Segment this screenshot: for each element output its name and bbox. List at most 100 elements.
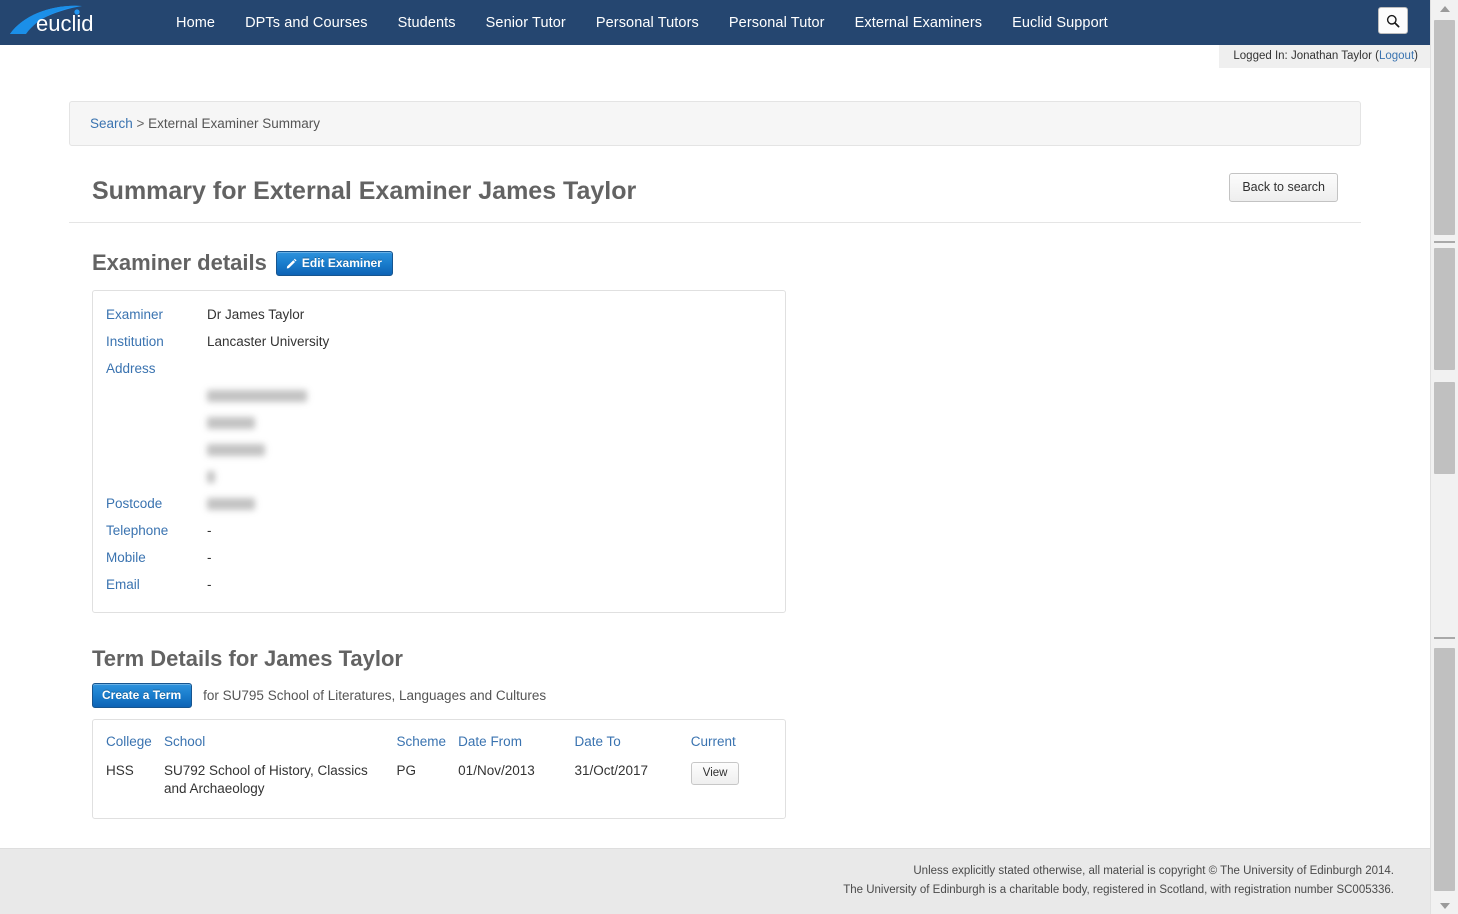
examiner-details-panel: Examiner Dr James Taylor Institution Lan… xyxy=(92,290,786,613)
edit-examiner-label: Edit Examiner xyxy=(302,257,382,269)
detail-label-email: Email xyxy=(93,577,207,592)
cell-date-to: 31/Oct/2017 xyxy=(568,758,684,804)
scrollbar-thumb-segment-2[interactable] xyxy=(1434,248,1455,370)
detail-value-email: - xyxy=(207,577,212,592)
create-a-term-button[interactable]: Create a Term xyxy=(92,683,192,708)
term-details-table: College School Scheme Date From Date To … xyxy=(93,730,785,804)
detail-row-email: Email - xyxy=(93,575,785,602)
detail-row-mobile: Mobile - xyxy=(93,548,785,575)
redacted-address-line-3 xyxy=(207,444,265,456)
logout-paren-open: ( xyxy=(1372,50,1379,62)
redacted-address-line-4 xyxy=(207,471,215,483)
logged-in-prefix: Logged In: xyxy=(1233,50,1291,62)
scrollbar-track-mark-2 xyxy=(1434,637,1455,639)
nav-link-dpts-and-courses[interactable]: DPTs and Courses xyxy=(230,9,383,37)
cell-school: SU792 School of History, Classics and Ar… xyxy=(158,758,391,804)
detail-value-telephone: - xyxy=(207,523,212,538)
examiner-details-heading-text: Examiner details xyxy=(92,251,267,275)
logged-in-status: Logged In: Jonathan Taylor (Logout) xyxy=(1219,45,1430,68)
cell-current: View xyxy=(685,758,785,804)
detail-row-address-line-3 xyxy=(93,440,785,467)
navbar-search-button[interactable] xyxy=(1378,7,1408,34)
breadcrumb: Search > External Examiner Summary xyxy=(69,101,1361,146)
column-header-current: Current xyxy=(685,730,785,758)
nav-link-external-examiners[interactable]: External Examiners xyxy=(840,9,998,37)
nav-link-personal-tutor[interactable]: Personal Tutor xyxy=(714,9,840,37)
navbar-links: Home DPTs and Courses Students Senior Tu… xyxy=(161,9,1123,37)
breadcrumb-separator: > xyxy=(133,116,148,131)
main-container: Search > External Examiner Summary Summa… xyxy=(69,70,1361,819)
scrollbar-thumb-segment-3[interactable] xyxy=(1434,382,1455,474)
pencil-icon xyxy=(286,258,297,269)
cell-date-from: 01/Nov/2013 xyxy=(452,758,568,804)
detail-row-examiner: Examiner Dr James Taylor xyxy=(93,305,785,332)
main-navbar: euclid Home DPTs and Courses Students Se… xyxy=(0,0,1430,45)
column-header-date-to: Date To xyxy=(568,730,684,758)
cell-college: HSS xyxy=(93,758,158,804)
page-header: Summary for External Examiner James Tayl… xyxy=(69,176,1361,223)
session-bar: Logged In: Jonathan Taylor (Logout) xyxy=(0,45,1430,70)
footer-text: Unless explicitly stated otherwise, all … xyxy=(0,849,1430,900)
detail-row-address: Address xyxy=(93,359,785,386)
browser-viewport: euclid Home DPTs and Courses Students Se… xyxy=(0,0,1458,914)
caret-up-icon xyxy=(1440,6,1450,12)
term-details-heading: Term Details for James Taylor xyxy=(92,646,1361,672)
redacted-address-line-1 xyxy=(207,390,307,402)
footer-copyright-line: Unless explicitly stated otherwise, all … xyxy=(0,862,1394,881)
logout-paren-close: ) xyxy=(1414,50,1418,62)
detail-value-mobile: - xyxy=(207,550,212,565)
term-table-head: College School Scheme Date From Date To … xyxy=(93,730,785,758)
detail-value-address-line-3 xyxy=(207,442,265,457)
column-header-college: College xyxy=(93,730,158,758)
detail-value-address-line-1 xyxy=(207,388,307,403)
detail-row-telephone: Telephone - xyxy=(93,521,785,548)
term-details-actions: Create a Term for SU795 School of Litera… xyxy=(92,683,1361,708)
breadcrumb-current: External Examiner Summary xyxy=(148,116,320,131)
back-to-search-button[interactable]: Back to search xyxy=(1229,173,1338,202)
column-header-school: School xyxy=(158,730,391,758)
cell-scheme: PG xyxy=(391,758,453,804)
logout-link[interactable]: Logout xyxy=(1379,50,1414,62)
detail-value-postcode xyxy=(207,496,255,511)
page-footer: Unless explicitly stated otherwise, all … xyxy=(0,848,1430,914)
nav-link-home[interactable]: Home xyxy=(161,9,230,37)
redacted-postcode xyxy=(207,498,255,510)
term-details-for-text: for SU795 School of Literatures, Languag… xyxy=(203,688,546,703)
caret-down-icon xyxy=(1440,903,1450,909)
term-details-header: Term Details for James Taylor Create a T… xyxy=(92,646,1361,708)
detail-label-telephone: Telephone xyxy=(93,523,207,538)
detail-row-institution: Institution Lancaster University xyxy=(93,332,785,359)
detail-value-examiner: Dr James Taylor xyxy=(207,307,304,322)
vertical-scrollbar[interactable] xyxy=(1430,0,1458,914)
detail-row-postcode: Postcode xyxy=(93,494,785,521)
detail-row-address-line-2 xyxy=(93,413,785,440)
detail-label-postcode: Postcode xyxy=(93,496,207,511)
scrollbar-thumb-segment-4[interactable] xyxy=(1434,648,1455,891)
scrollbar-down-button[interactable] xyxy=(1431,897,1458,914)
search-icon xyxy=(1386,14,1400,28)
detail-value-address-line-4 xyxy=(207,469,215,484)
redacted-address-line-2 xyxy=(207,417,255,429)
scrollbar-thumb[interactable] xyxy=(1434,20,1455,235)
logged-in-username: Jonathan Taylor xyxy=(1291,50,1372,62)
detail-row-address-line-1 xyxy=(93,386,785,413)
nav-link-students[interactable]: Students xyxy=(383,9,471,37)
term-table-header-row: College School Scheme Date From Date To … xyxy=(93,730,785,758)
euclid-logo[interactable]: euclid xyxy=(4,0,129,45)
nav-link-euclid-support[interactable]: Euclid Support xyxy=(997,9,1123,37)
footer-charity-line: The University of Edinburgh is a charita… xyxy=(0,881,1394,900)
nav-link-senior-tutor[interactable]: Senior Tutor xyxy=(471,9,581,37)
detail-label-address: Address xyxy=(93,361,207,376)
scrollbar-up-button[interactable] xyxy=(1431,0,1458,17)
edit-examiner-button[interactable]: Edit Examiner xyxy=(276,251,393,276)
view-term-button[interactable]: View xyxy=(691,762,740,785)
page-content: euclid Home DPTs and Courses Students Se… xyxy=(0,0,1430,914)
detail-label-mobile: Mobile xyxy=(93,550,207,565)
breadcrumb-link-search[interactable]: Search xyxy=(90,116,133,131)
scrollbar-track-mark-1 xyxy=(1434,241,1455,243)
nav-link-personal-tutors[interactable]: Personal Tutors xyxy=(581,9,714,37)
svg-text:euclid: euclid xyxy=(36,11,93,36)
column-header-scheme: Scheme xyxy=(391,730,453,758)
create-a-term-label: Create a Term xyxy=(102,689,181,701)
term-table-body: HSS SU792 School of History, Classics an… xyxy=(93,758,785,804)
